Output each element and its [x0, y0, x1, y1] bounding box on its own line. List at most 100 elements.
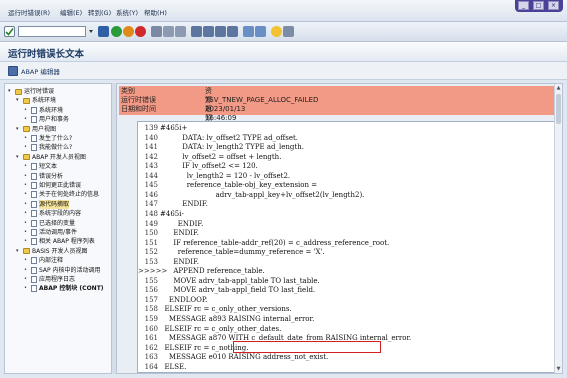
line-number: 160: [144, 324, 158, 333]
document-icon: [31, 172, 37, 180]
scroll-up-icon[interactable]: ▲: [555, 85, 562, 91]
vertical-scrollbar[interactable]: ▲ ▼: [554, 84, 562, 373]
shortcut-icon[interactable]: [255, 26, 266, 37]
maximize-icon[interactable]: □: [533, 1, 544, 10]
tree-item[interactable]: • 错误分析: [24, 172, 63, 181]
cancel-icon[interactable]: [135, 26, 146, 37]
tree-item[interactable]: ▾ ABAP 开发人员视图: [16, 153, 86, 162]
code-line: 139 #465i+: [138, 124, 556, 133]
tree-item-label: ABAP 控制块 (CONT): [39, 285, 104, 293]
tree-item[interactable]: • SAP 内核中的活动调用: [24, 266, 101, 275]
next-page-icon[interactable]: [215, 26, 226, 37]
minimize-icon[interactable]: _: [518, 1, 529, 10]
close-icon[interactable]: ×: [548, 1, 559, 10]
menu-runtime-error[interactable]: 运行时错误(R): [8, 7, 50, 17]
abap-editor-button[interactable]: ABAP 编辑器: [8, 65, 60, 77]
command-field[interactable]: [18, 26, 86, 37]
help-icon[interactable]: [271, 26, 282, 37]
code-line: 160 ELSEIF rc = c_only_other_dates.: [138, 325, 556, 334]
tree-item[interactable]: • 发生了什么?: [24, 134, 72, 143]
code-line: 155 MOVE adrv_tab-appl_table TO last_tab…: [138, 277, 556, 286]
last-page-icon[interactable]: [227, 26, 238, 37]
scroll-down-icon[interactable]: ▼: [555, 366, 562, 372]
tree-item[interactable]: • 短文本: [24, 162, 57, 171]
layout-menu-icon[interactable]: [283, 26, 294, 37]
code-text: #465i-: [160, 209, 184, 218]
tree-item[interactable]: • ABAP 控制块 (CONT): [24, 284, 104, 293]
exit-icon[interactable]: [123, 26, 134, 37]
tree-item-label: 错误分析: [39, 172, 64, 180]
document-icon: [31, 163, 37, 171]
tree-item[interactable]: • 用户和事务: [24, 115, 69, 124]
source-code-extract[interactable]: 139 #465i+ 140 DATA: lv_offset2 TYPE ad_of…: [137, 121, 557, 373]
print-icon[interactable]: [151, 26, 162, 37]
tree-item[interactable]: • 关于在何处终止的信息: [24, 190, 99, 199]
bullet-icon: •: [24, 163, 27, 170]
standard-toolbar: [0, 22, 567, 42]
bullet-icon: •: [24, 182, 27, 188]
code-line: 149 ENDIF.: [138, 220, 556, 229]
find-icon[interactable]: [163, 26, 174, 37]
code-line: 164 ELSE.: [138, 363, 556, 372]
expand-arrow-icon[interactable]: ▾: [16, 125, 21, 134]
tree-item[interactable]: • 内部注释: [24, 256, 63, 265]
tree-item[interactable]: • 系统环境: [24, 106, 63, 115]
header-label: 类别: [121, 87, 135, 95]
document-icon: [31, 257, 37, 265]
tree-item-label: 应用程序日志: [39, 276, 76, 283]
previous-page-icon[interactable]: [203, 26, 214, 37]
tree-item[interactable]: • 应用程序日志: [24, 275, 75, 284]
code-line: 145 reference_table-obj_key_extension =: [138, 181, 556, 190]
folder-icon: [15, 88, 22, 95]
bullet-icon: •: [24, 276, 27, 282]
scrollbar-thumb[interactable]: [556, 94, 561, 124]
bullet-icon: •: [24, 135, 27, 141]
tree-item[interactable]: • 我能做什么?: [24, 143, 72, 152]
tree-item[interactable]: • 系统字段的内容: [24, 209, 81, 218]
line-number: 151: [144, 238, 158, 247]
menu-edit[interactable]: 编辑(E): [60, 7, 82, 17]
save-icon[interactable]: [98, 26, 109, 37]
command-dropdown-icon[interactable]: [88, 26, 94, 37]
menu-help[interactable]: 帮助(H): [144, 7, 167, 17]
code-text: #465i+: [160, 124, 188, 132]
back-icon[interactable]: [111, 26, 122, 37]
line-number: 155: [144, 276, 158, 285]
tree-item-label: 源代码摘取: [39, 199, 70, 209]
expand-arrow-icon[interactable]: ▾: [16, 96, 21, 105]
tree-item[interactable]: • 活动调用/事件: [24, 228, 77, 237]
folder-icon: [23, 97, 30, 104]
tree-item[interactable]: • 源代码摘取: [24, 199, 70, 209]
code-line: 146 adrv_tab-appl_key+lv_offset2(lv_leng…: [138, 191, 556, 200]
document-icon: [31, 266, 37, 274]
document-icon: [31, 200, 37, 208]
line-number: 162: [144, 343, 158, 352]
tree-item[interactable]: • 相关 ABAP 程序列表: [24, 237, 95, 246]
bullet-icon: •: [24, 106, 27, 113]
folder-icon: [23, 248, 30, 255]
tree-item[interactable]: ▾ 运行时错误: [8, 87, 54, 96]
enter-icon[interactable]: [4, 26, 15, 37]
tree-item[interactable]: • 已选择的变量: [24, 219, 75, 228]
code-text: ELSEIF rc = c_only_other_versions.: [160, 305, 292, 314]
document-icon: [31, 106, 37, 114]
find-next-icon[interactable]: [175, 26, 186, 37]
code-text: adrv_tab-appl_key+lv_offset2(lv_length2)…: [160, 190, 365, 199]
new-session-icon[interactable]: [243, 26, 254, 37]
expand-arrow-icon[interactable]: ▾: [8, 87, 13, 96]
bullet-icon: •: [24, 116, 27, 123]
menu-system[interactable]: 系统(Y): [116, 7, 138, 17]
tree-item[interactable]: ▾ 用户视图: [16, 125, 56, 134]
header-row-runtime-error: 运行时错误 TSV_TNEW_PAGE_ALLOC_FAILED: [121, 96, 318, 105]
menu-goto[interactable]: 转到(G): [88, 7, 111, 17]
tree-item[interactable]: ▾ BASIS 开发人员视图: [16, 247, 88, 256]
code-text: IF reference_table-addr_ref(20) = c_addr…: [160, 238, 390, 247]
expand-arrow-icon[interactable]: ▾: [16, 247, 21, 256]
first-page-icon[interactable]: [191, 26, 202, 37]
tree-item[interactable]: ▾ 系统环境: [16, 96, 56, 105]
line-number: 157: [144, 295, 158, 304]
tree-item[interactable]: • 如何更正此错误: [24, 181, 81, 190]
tree-item-label: ABAP 开发人员视图: [32, 153, 86, 161]
expand-arrow-icon[interactable]: ▾: [16, 153, 21, 162]
line-number: 146: [144, 190, 158, 199]
